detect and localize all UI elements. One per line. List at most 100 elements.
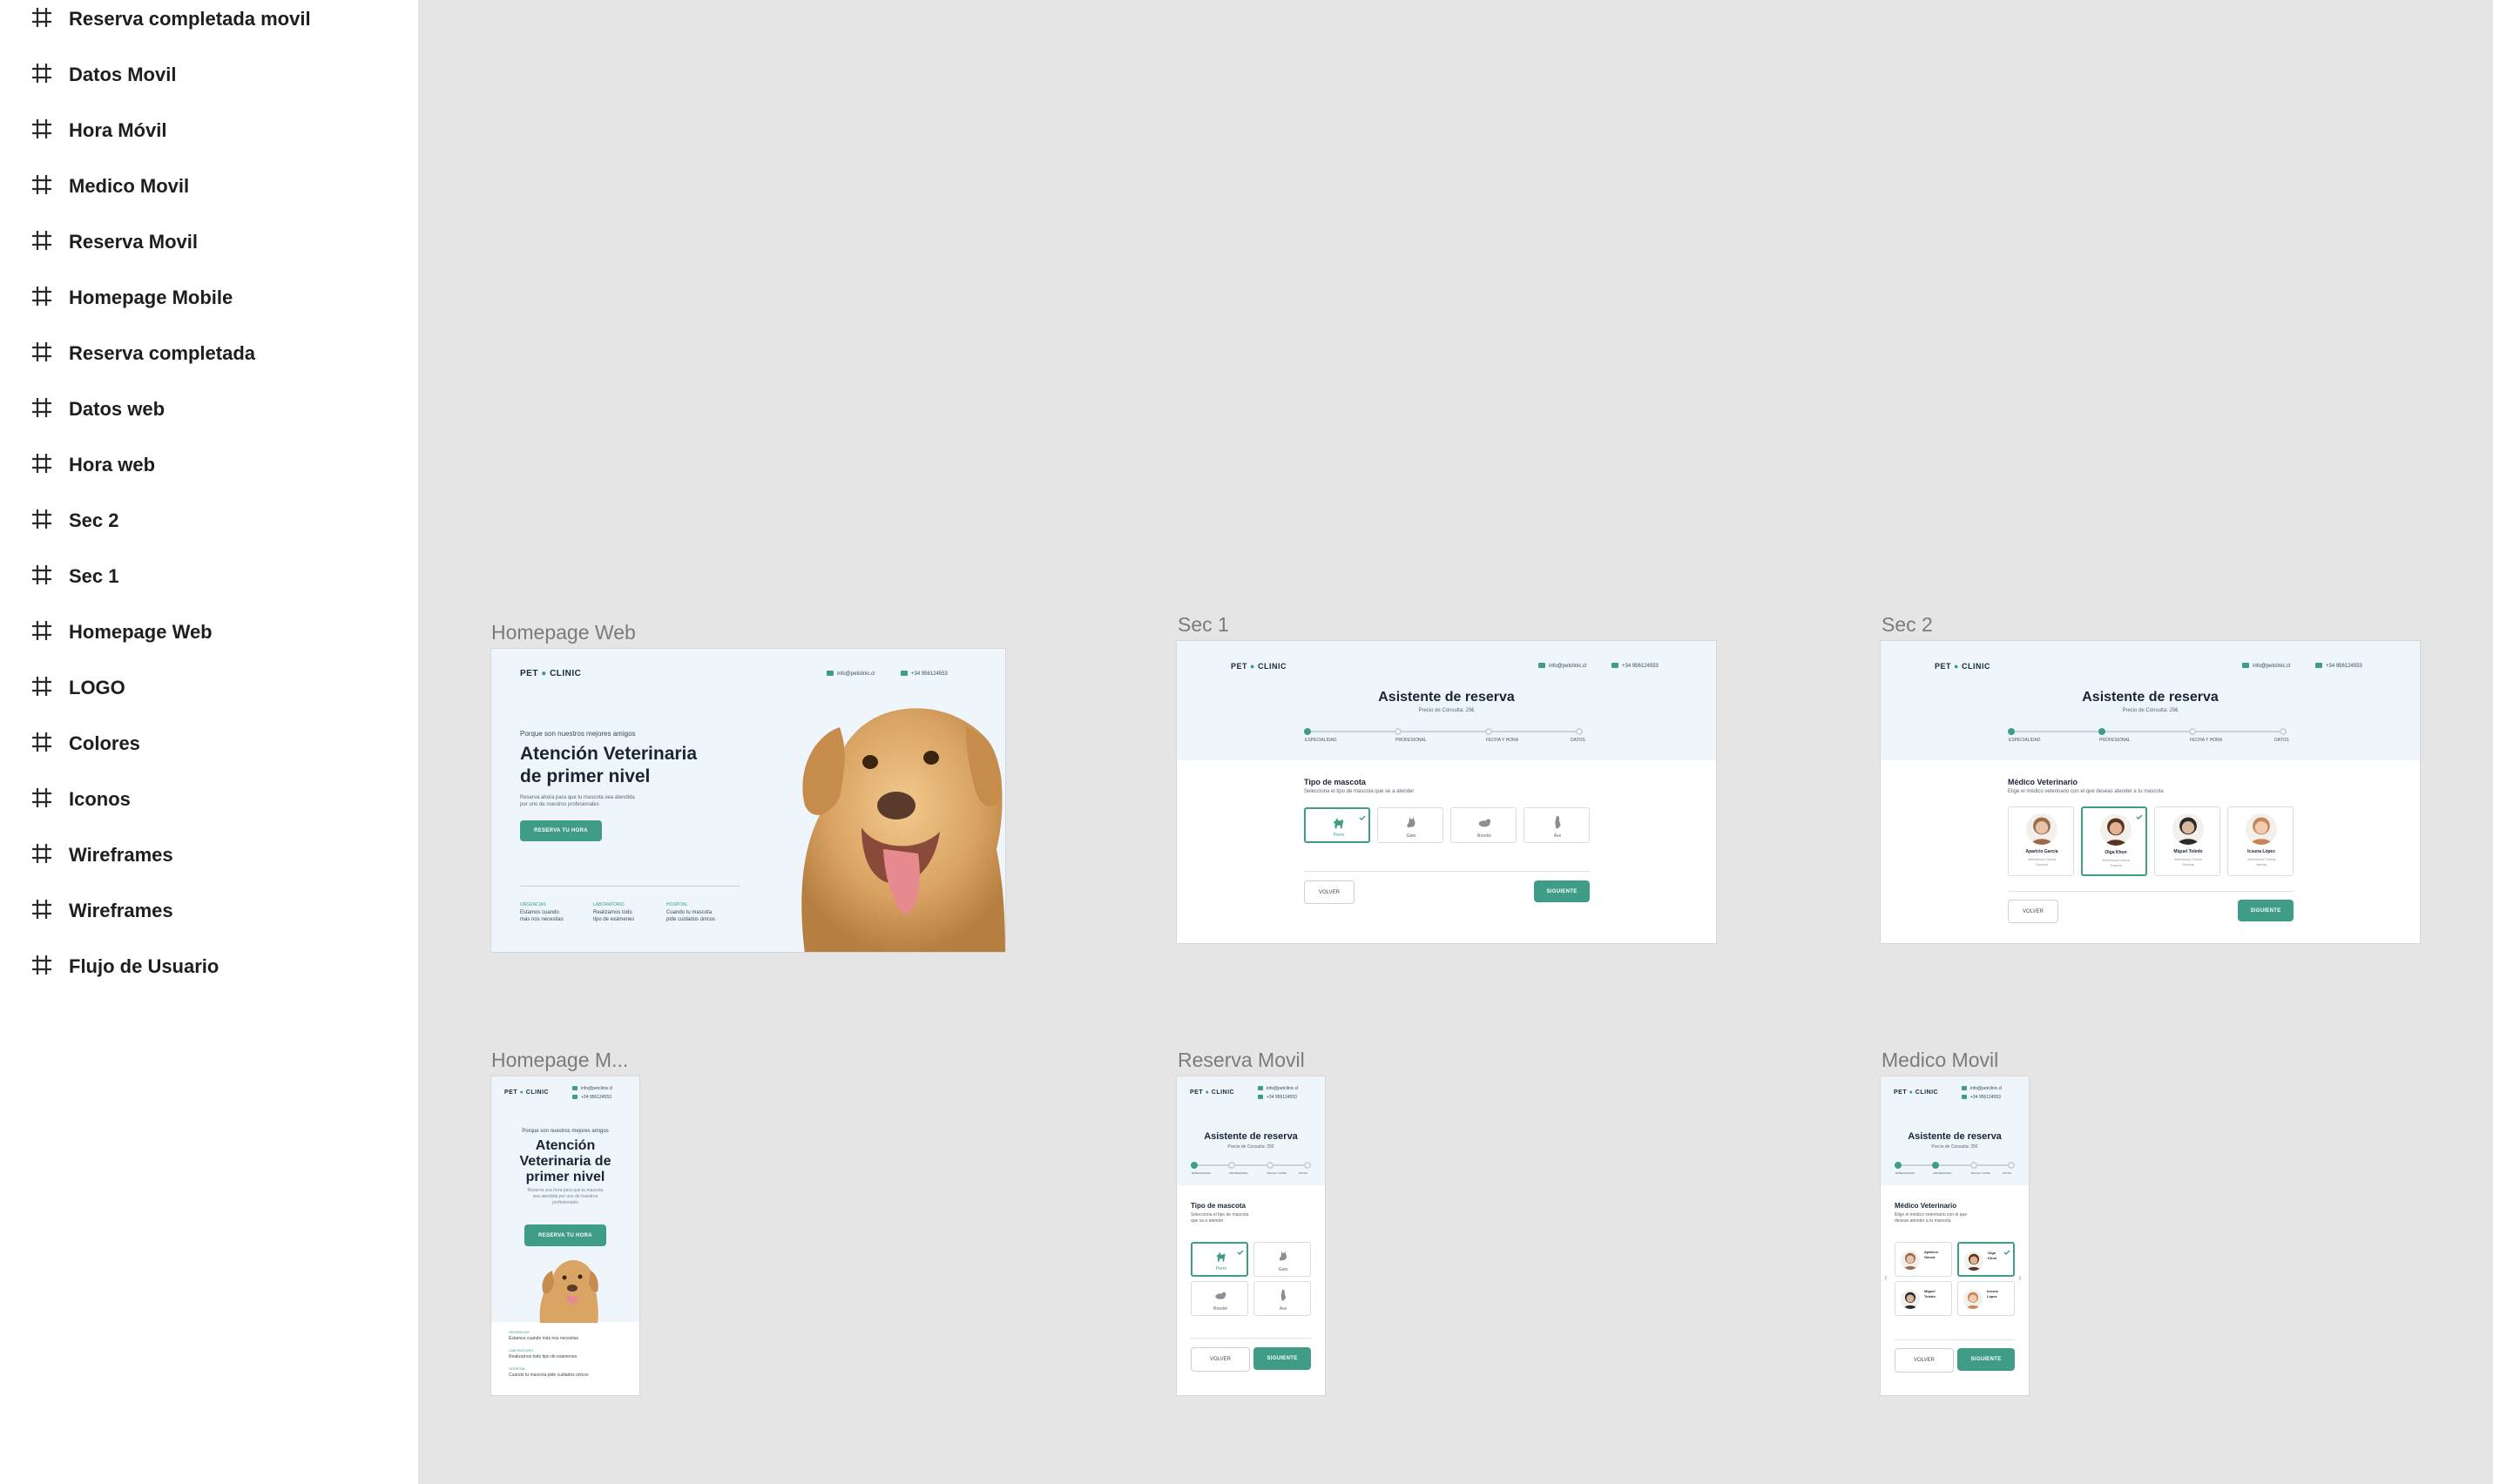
doctor-name: Miguel xyxy=(1924,1289,1936,1293)
mail-icon xyxy=(1962,1086,1967,1091)
frame-title-sec2[interactable]: Sec 2 xyxy=(1882,613,1933,637)
layer-item[interactable]: Wireframes xyxy=(0,827,418,883)
back-button[interactable]: VOLVER xyxy=(2008,900,2058,923)
frame-title-medico-movil[interactable]: Medico Movil xyxy=(1882,1049,1998,1072)
doctor-option-card[interactable]: Aparicio García xyxy=(1895,1242,1952,1277)
wizard-title: Asistente de reserva xyxy=(1204,1131,1298,1142)
logo: PET ● CLINIC xyxy=(504,1089,550,1096)
pet-option-card[interactable]: Roedor xyxy=(1191,1281,1248,1316)
layer-label: Wireframes xyxy=(69,844,173,866)
layer-item[interactable]: Reserva completada movil xyxy=(0,0,418,47)
step-label: FECHA Y HORA xyxy=(1267,1171,1287,1175)
back-button[interactable]: VOLVER xyxy=(1304,880,1355,904)
pet-option-card[interactable]: Ave xyxy=(1524,807,1590,843)
kicker-text: Porque son nuestros mejores amigos xyxy=(522,1129,609,1134)
doctor-option-card[interactable]: Miguel Toledo xyxy=(1895,1281,1952,1316)
layer-label: Flujo de Usuario xyxy=(69,955,220,977)
pet-option-label: Ave xyxy=(1553,833,1562,839)
doctor-option-card[interactable]: Olga Khun xyxy=(1957,1242,2015,1277)
next-button[interactable]: SIGUIENTE xyxy=(2238,900,2294,921)
pet-option-card[interactable]: Perro xyxy=(1304,807,1370,843)
kicker-text: Porque son nuestros mejores amigos xyxy=(520,730,636,738)
logo: PET ● CLINIC xyxy=(1190,1089,1235,1096)
frame-reserva-movil[interactable]: PET ● CLINIC info@petclinic.cl +34 95612… xyxy=(1177,1076,1325,1395)
hero-headline: Atención Veterinaria de primer nivel xyxy=(520,744,698,786)
avatar xyxy=(2246,813,2277,845)
layer-item[interactable]: Datos web xyxy=(0,381,418,437)
frame-hash-icon xyxy=(30,507,54,531)
layer-item[interactable]: Reserva completada xyxy=(0,326,418,381)
doctor-option-card[interactable]: Aparicio García Veterinario Clínica Genera… xyxy=(2008,806,2074,876)
layer-item[interactable]: Colores xyxy=(0,716,418,772)
doctor-name: Olga Khun xyxy=(2105,850,2127,855)
doctor-specialty: Veterinaria Clínica xyxy=(2246,857,2276,861)
frame-homepage-mobile[interactable]: PET ● CLINIC info@petclinic.cl +34 95612… xyxy=(491,1076,639,1395)
frame-title-homepage-web[interactable]: Homepage Web xyxy=(491,621,636,644)
wizard-title: Asistente de reserva xyxy=(1378,690,1515,705)
doctor-option-card[interactable]: Miguel Toledo Veterinario Clínica General xyxy=(2154,806,2220,876)
layer-item[interactable]: Hora web xyxy=(0,437,418,493)
doctor-specialty: General xyxy=(2035,862,2049,867)
section-title: Médico Veterinario xyxy=(2008,778,2078,786)
frame-title-homepage-mobile[interactable]: Homepage M... xyxy=(491,1049,628,1072)
doctor-name: Aparicio xyxy=(1924,1250,1939,1254)
layer-item[interactable]: Hora Móvil xyxy=(0,103,418,159)
layer-item[interactable]: Medico Movil xyxy=(0,159,418,214)
step-dot xyxy=(1266,1162,1274,1169)
stepper-line xyxy=(1307,731,1579,732)
pet-option-card[interactable]: Roedor xyxy=(1450,807,1517,843)
price-text: Precio de Consulta: 25€ xyxy=(2122,708,2179,713)
layer-item[interactable]: Sec 1 xyxy=(0,549,418,604)
layer-item[interactable]: Sec 2 xyxy=(0,493,418,549)
next-button[interactable]: SIGUIENTE xyxy=(1957,1348,2015,1371)
frame-hash-icon xyxy=(30,395,54,420)
chevron-left-icon[interactable]: ‹ xyxy=(1884,1272,1888,1284)
frame-hash-icon xyxy=(30,5,54,30)
mail-icon xyxy=(1538,663,1545,668)
form-divider xyxy=(1191,1338,1311,1339)
back-button[interactable]: VOLVER xyxy=(1895,1348,1954,1373)
layer-item[interactable]: Homepage Web xyxy=(0,604,418,660)
hero-description: Reserva ahora para que tu mascota sea at… xyxy=(520,795,635,807)
back-button[interactable]: VOLVER xyxy=(1191,1347,1250,1372)
reserve-hour-button[interactable]: RESERVA TU HORA xyxy=(520,820,602,841)
frame-sec1[interactable]: PET ● CLINIC info@petclinic.cl +34 95612… xyxy=(1177,641,1716,943)
ave-icon xyxy=(1276,1288,1290,1302)
reserve-hour-button[interactable]: RESERVA TU HORA xyxy=(524,1224,606,1246)
roedor-icon xyxy=(1213,1288,1227,1302)
paw-icon: ● xyxy=(1250,662,1255,671)
logo: PET ● CLINIC xyxy=(520,669,582,678)
frame-title-sec1[interactable]: Sec 1 xyxy=(1178,613,1229,637)
step-label: ESPECIALIDAD xyxy=(2009,738,2041,743)
design-canvas[interactable]: Homepage Web PET ● CLINIC info@petclinic… xyxy=(419,0,2493,1484)
pet-option-card[interactable]: Perro xyxy=(1191,1242,1248,1277)
phone-icon xyxy=(1258,1095,1263,1100)
doctor-option-card[interactable]: Icsuna López xyxy=(1957,1281,2015,1316)
next-button[interactable]: SIGUIENTE xyxy=(1253,1347,1311,1370)
form-divider xyxy=(2008,891,2294,892)
frame-title-reserva-movil[interactable]: Reserva Movil xyxy=(1178,1049,1305,1072)
pet-option-card[interactable]: Ave xyxy=(1253,1281,1311,1316)
layer-item[interactable]: Wireframes xyxy=(0,883,418,939)
layer-item[interactable]: LOGO xyxy=(0,660,418,716)
next-button[interactable]: SIGUIENTE xyxy=(1534,880,1590,902)
pet-option-label: Gato xyxy=(1406,833,1416,839)
layer-item[interactable]: Iconos xyxy=(0,772,418,827)
chevron-right-icon[interactable]: › xyxy=(2018,1272,2022,1284)
pet-option-card[interactable]: Gato xyxy=(1253,1242,1311,1277)
section-title: Tipo de mascota xyxy=(1191,1202,1246,1210)
layer-item[interactable]: Datos Movil xyxy=(0,47,418,103)
frame-homepage-web[interactable]: PET ● CLINIC info@petclinic.cl +34 95612… xyxy=(491,649,1005,952)
frame-sec2[interactable]: PET ● CLINIC info@petclinic.cl +34 95612… xyxy=(1881,641,2420,943)
avatar xyxy=(1901,1290,1920,1309)
layer-item[interactable]: Homepage Mobile xyxy=(0,270,418,326)
doctor-option-card[interactable]: Olga Khun Veterinaria Clínica Trauma xyxy=(2081,806,2147,876)
layer-label: Homepage Web xyxy=(69,621,213,643)
frame-hash-icon xyxy=(30,618,54,643)
frame-medico-movil[interactable]: PET ● CLINIC info@petclinic.cl +34 95612… xyxy=(1881,1076,2029,1395)
doctor-option-card[interactable]: Icsuna López Veterinaria Clínica Interna xyxy=(2227,806,2294,876)
layer-item[interactable]: Flujo de Usuario xyxy=(0,939,418,995)
layer-item[interactable]: Reserva Movil xyxy=(0,214,418,270)
frame-hash-icon xyxy=(30,897,54,921)
pet-option-card[interactable]: Gato xyxy=(1377,807,1443,843)
